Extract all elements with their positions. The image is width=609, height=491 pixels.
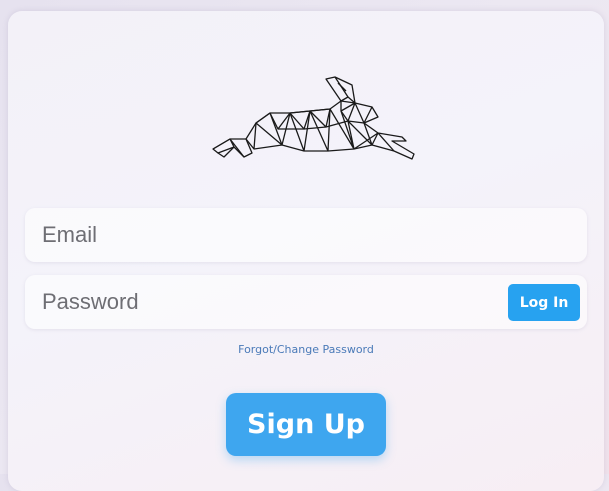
login-card: Log In Forgot/Change Password Sign Up	[8, 11, 604, 491]
email-field[interactable]	[42, 208, 502, 262]
geometric-rabbit-icon	[212, 76, 415, 160]
login-button[interactable]: Log In	[508, 284, 580, 321]
forgot-password-link[interactable]: Forgot/Change Password	[0, 343, 609, 356]
email-field-wrapper	[25, 208, 587, 262]
signup-button[interactable]: Sign Up	[226, 393, 386, 456]
password-field[interactable]	[42, 275, 502, 329]
password-field-wrapper: Log In	[25, 275, 587, 329]
